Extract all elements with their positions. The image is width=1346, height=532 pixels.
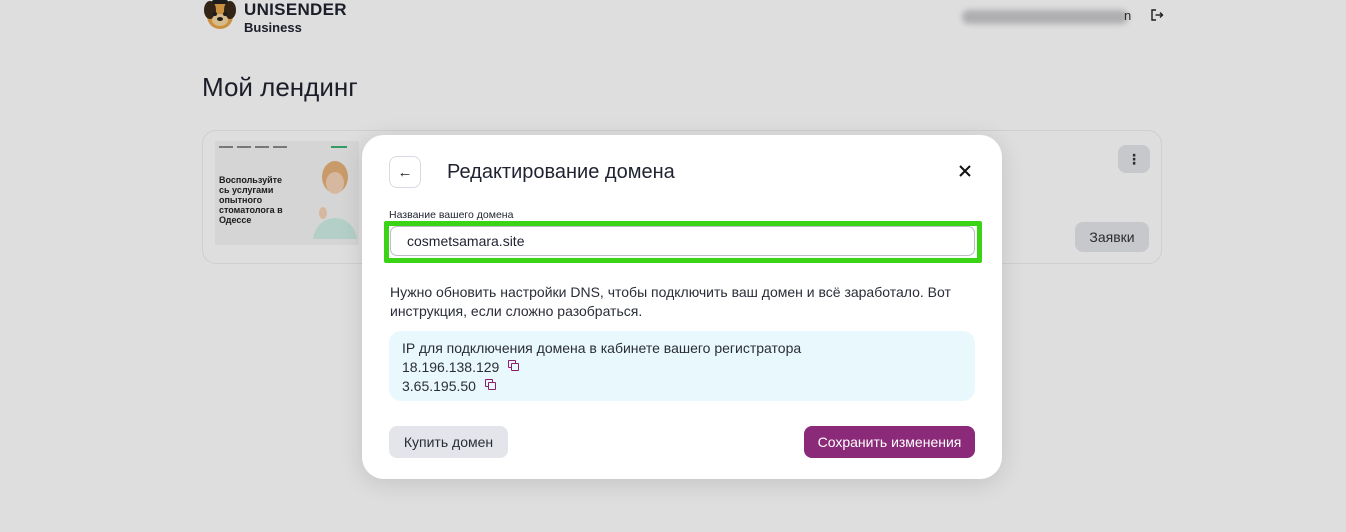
arrow-left-icon: ← — [397, 163, 413, 181]
ip-address: 3.65.195.50 — [402, 378, 476, 394]
copy-icon[interactable] — [484, 378, 497, 391]
ip-address: 18.196.138.129 — [402, 359, 500, 375]
dns-instruction-text: Нужно обновить настройки DNS, чтобы подк… — [390, 284, 951, 319]
close-icon — [959, 165, 971, 177]
close-button[interactable] — [954, 160, 976, 182]
ip-box-heading: IP для подключения домена в кабинете ваш… — [402, 340, 802, 356]
ip-row: 3.65.195.50 — [402, 377, 962, 396]
save-changes-button[interactable]: Сохранить изменения — [804, 426, 975, 458]
modal-title: Редактирование домена — [447, 161, 675, 183]
copy-icon[interactable] — [508, 359, 520, 372]
buy-domain-button[interactable]: Купить домен — [389, 426, 508, 458]
back-button[interactable]: ← — [389, 156, 421, 188]
domain-field-label: Название вашего домена — [389, 209, 514, 221]
ip-info-box: IP для подключения домена в кабинете ваш… — [389, 331, 975, 401]
edit-domain-modal: ← Редактирование домена Название вашего … — [362, 135, 1002, 479]
domain-input[interactable] — [390, 226, 975, 256]
ip-row: 18.196.138.129 — [402, 358, 962, 377]
